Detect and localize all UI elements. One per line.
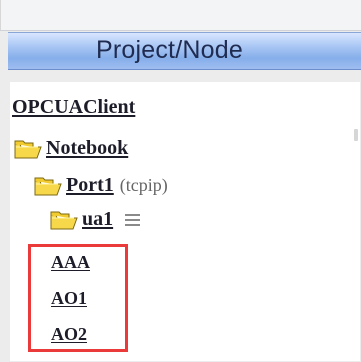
- panel-header: Project/Node: [8, 32, 361, 70]
- panel-title: Project/Node: [96, 36, 243, 64]
- tree-node-port1[interactable]: Port1 (tcpip): [34, 174, 168, 197]
- tree-node-ua1[interactable]: ua1: [50, 208, 141, 231]
- menu-icon[interactable]: [125, 213, 141, 226]
- tree-item-ao2[interactable]: AO2: [51, 324, 87, 345]
- tree-node-port1-label: Port1: [66, 174, 114, 196]
- tree-item-aaa[interactable]: AAA: [51, 252, 90, 273]
- tree-item-ao1[interactable]: AO1: [51, 288, 87, 309]
- scrollbar-marker[interactable]: [354, 129, 358, 141]
- folder-icon: [34, 176, 62, 196]
- tree-root[interactable]: OPCUAClient: [12, 96, 135, 119]
- tree-node-ua1-label: ua1: [82, 208, 114, 230]
- top-strip: [0, 0, 361, 32]
- port-protocol-label: (tcpip): [119, 175, 168, 195]
- tree-node-notebook[interactable]: Notebook: [14, 137, 128, 160]
- tree-node-notebook-label: Notebook: [46, 137, 129, 159]
- folder-icon: [50, 210, 78, 230]
- folder-icon: [14, 139, 42, 159]
- tree-root-label: OPCUAClient: [12, 96, 136, 118]
